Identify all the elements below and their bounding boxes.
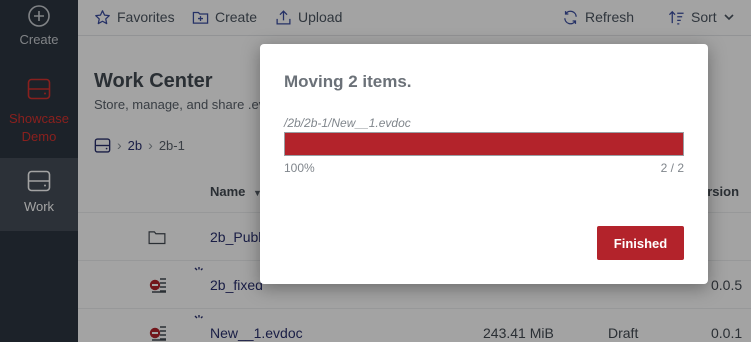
dialog-title: Moving 2 items. xyxy=(284,72,412,91)
progress-percent: 100% xyxy=(284,161,315,175)
progress-count: 2 / 2 xyxy=(660,161,684,175)
finished-button[interactable]: Finished xyxy=(597,226,684,260)
current-file-path: /2b/2b-1/New__1.evdoc xyxy=(284,116,411,130)
progress-bar xyxy=(284,132,684,156)
progress-bar-fill xyxy=(285,133,683,155)
move-progress-dialog: Moving 2 items. /2b/2b-1/New__1.evdoc 10… xyxy=(260,44,708,284)
